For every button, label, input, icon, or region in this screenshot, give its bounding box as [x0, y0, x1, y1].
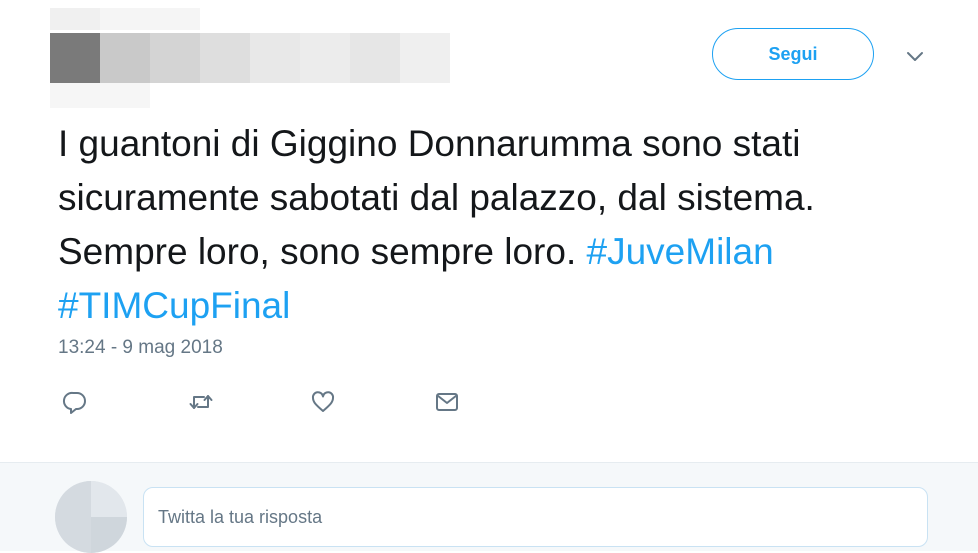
blur-block: [300, 33, 350, 83]
tweet-text-segment: sicuramente sabotati dal palazzo, dal si…: [58, 177, 815, 218]
hashtag-link[interactable]: #TIMCupFinal: [58, 285, 290, 326]
avatar-blur-block: [91, 517, 127, 553]
blur-block: [100, 8, 200, 30]
blur-block: [100, 33, 150, 83]
reply-area: [0, 462, 978, 553]
retweet-icon[interactable]: [184, 386, 218, 418]
blur-block: [50, 8, 100, 30]
blur-block: [150, 33, 200, 83]
retweet-icon-glyph: [189, 395, 213, 409]
tweet-text-line: #TIMCupFinal: [58, 279, 958, 333]
direct-message-icon[interactable]: [430, 386, 464, 418]
chevron-down-icon[interactable]: [900, 44, 930, 70]
avatar-blur-block: [91, 481, 127, 517]
blur-block: [50, 33, 100, 83]
tweet-card: Segui I guantoni di Giggino Donnarumma s…: [0, 0, 978, 462]
heart-icon-glyph: [311, 391, 335, 412]
reply-input[interactable]: [143, 487, 928, 547]
tweet-timestamp[interactable]: 13:24 - 9 mag 2018: [58, 337, 223, 359]
follow-button[interactable]: Segui: [712, 28, 874, 80]
avatar-blur-block: [55, 481, 91, 553]
hashtag-link[interactable]: #JuveMilan: [587, 231, 774, 272]
tweet-text-line: sicuramente sabotati dal palazzo, dal si…: [58, 171, 958, 225]
blur-block: [350, 33, 400, 83]
tweet-text: I guantoni di Giggino Donnarumma sono st…: [58, 117, 958, 333]
avatar: [55, 481, 127, 553]
envelope-icon-glyph: [436, 393, 458, 411]
reply-icon[interactable]: [58, 386, 92, 418]
blur-block: [200, 33, 250, 83]
blur-block: [250, 33, 300, 83]
blur-block: [50, 83, 150, 108]
like-icon[interactable]: [306, 386, 340, 418]
author-header-blurred: [50, 8, 450, 108]
tweet-text-line: Sempre loro, sono sempre loro. #JuveMila…: [58, 225, 958, 279]
tweet-text-line: I guantoni di Giggino Donnarumma sono st…: [58, 117, 958, 171]
tweet-text-segment: Sempre loro, sono sempre loro.: [58, 231, 587, 272]
reply-icon-glyph: [62, 391, 86, 414]
tweet-text-segment: I guantoni di Giggino Donnarumma sono st…: [58, 123, 801, 164]
blur-block: [400, 33, 450, 83]
